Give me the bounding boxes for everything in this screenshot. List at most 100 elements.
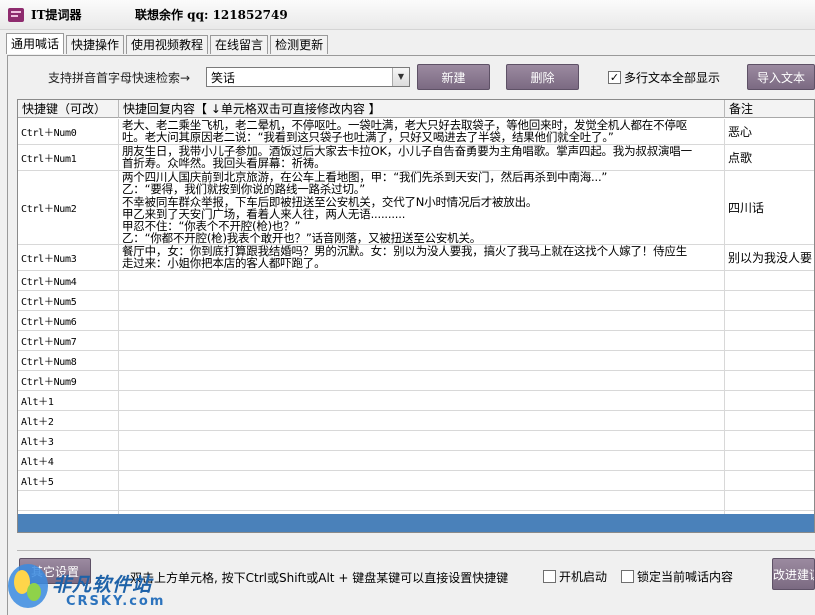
shortcut-cell[interactable]: Alt＋4 [18,451,119,470]
selected-row[interactable] [18,514,814,532]
content-cell[interactable] [119,291,725,310]
import-text-button[interactable]: 导入文本 [747,64,815,90]
content-cell[interactable] [119,431,725,450]
note-cell[interactable]: 别以为我没人要 [725,245,814,270]
shortcut-cell[interactable]: Ctrl＋Num6 [18,311,119,330]
shortcut-cell[interactable]: Alt＋3 [18,431,119,450]
content-cell[interactable] [119,351,725,370]
note-cell[interactable] [725,471,814,490]
shortcut-cell[interactable]: Ctrl＋Num4 [18,271,119,290]
content-cell[interactable] [119,331,725,350]
content-cell[interactable] [119,471,725,490]
content-line: 乙：“你都不开腔(枪)我表个敢开也？”话音刚落，又被扭送至公安机关。 [122,232,482,244]
shortcut-cell[interactable]: Ctrl＋Num8 [18,351,119,370]
shortcut-cell[interactable]: Ctrl＋Num9 [18,371,119,390]
category-combo[interactable]: 笑话 ▼ [206,67,410,87]
shortcut-cell[interactable]: Ctrl＋Num2 [18,171,119,244]
note-cell[interactable]: 点歌 [725,145,814,170]
content-cell[interactable] [119,371,725,390]
chevron-down-icon[interactable]: ▼ [392,68,409,86]
content-cell[interactable] [119,411,725,430]
checkbox-icon[interactable] [543,570,556,583]
watermark-name: 非凡软件站 [52,574,153,596]
table-row[interactable]: Ctrl＋Num0 老大、老二乘坐飞机，老二晕机，不停呕吐。一袋吐满，老大只好去取… [18,119,814,145]
table-row[interactable]: Ctrl＋Num1 朋友生日，我带小儿子参加。酒饭过后大家去卡拉OK，小儿子自告奋… [18,145,814,171]
table-row[interactable]: Ctrl＋Num7 [18,331,814,351]
lock-content-label: 锁定当前喊话内容 [637,570,734,584]
note-cell[interactable] [725,451,814,470]
note-cell[interactable] [725,371,814,390]
shortcut-cell[interactable]: Ctrl＋Num3 [18,245,119,270]
multiline-checkbox[interactable]: ✓ 多行文本全部显示 [608,69,720,86]
tab-general-shout[interactable]: 通用喊话 [6,33,65,54]
column-header-shortcut[interactable]: 快捷键（可改） [18,100,119,118]
lock-content-checkbox[interactable]: 锁定当前喊话内容 [621,568,733,585]
table-row[interactable]: Ctrl＋Num9 [18,371,814,391]
delete-button[interactable]: 删除 [506,64,579,90]
shortcut-cell[interactable]: Ctrl＋Num0 [18,119,119,144]
table-row[interactable]: Alt＋5 [18,471,814,491]
table-row[interactable]: Alt＋4 [18,451,814,471]
note-cell[interactable] [725,331,814,350]
content-line: 吐。老大问其原因老二说：“我看到这只袋子也吐满了，只好又喝进去了半袋，结果他们就… [122,131,614,144]
author-info: 联想余作 qq: 121852749 [135,8,288,22]
column-header-note[interactable]: 备注 [725,100,814,118]
content-cell[interactable]: 老大、老二乘坐飞机，老二晕机，不停呕吐。一袋吐满，老大只好去取袋子，等他回来时，… [119,119,725,144]
suggestion-button[interactable]: 改进建议 [772,558,815,590]
shortcut-table[interactable]: 快捷键（可改） 快捷回复内容【 ↓单元格双击可直接修改内容 】 备注 Ctrl＋… [17,99,815,533]
app-title: IT提词器 [31,8,82,22]
watermark-url: CRSKY.com [66,594,166,609]
content-line: 不幸被同车群众举报，下车后即被扭送至公安机关，交代了N小时情况后才被放出。 [122,195,538,208]
table-row[interactable]: Ctrl＋Num8 [18,351,814,371]
shortcut-cell[interactable]: Alt＋1 [18,391,119,410]
shortcut-cell[interactable]: Ctrl＋Num7 [18,331,119,350]
note-cell[interactable] [725,351,814,370]
note-cell[interactable] [725,431,814,450]
table-row[interactable]: Alt＋2 [18,411,814,431]
app-icon [8,8,24,22]
table-header: 快捷键（可改） 快捷回复内容【 ↓单元格双击可直接修改内容 】 备注 [18,100,814,118]
tab-quick-actions[interactable]: 快捷操作 [66,35,125,54]
empty-cell [18,491,119,510]
note-cell[interactable] [725,391,814,410]
note-cell[interactable]: 恶心 [725,119,814,144]
tab-bar: 通用喊话 快捷操作 使用视频教程 在线留言 检测更新 [6,33,330,55]
content-line: 乙：“要得，我们就按到你说的路线一路杀过切。” [122,183,366,196]
table-row[interactable]: Ctrl＋Num6 [18,311,814,331]
content-cell[interactable] [119,451,725,470]
content-line: 首折寿。众哗然。我回头看屏幕：祈祷。 [122,157,326,170]
content-line: 甲忍不住：“你表个不开腔(枪)也？” [122,220,301,233]
content-cell[interactable] [119,311,725,330]
checkbox-checked-icon[interactable]: ✓ [608,71,621,84]
column-header-content[interactable]: 快捷回复内容【 ↓单元格双击可直接修改内容 】 [119,100,725,118]
checkbox-icon[interactable] [621,570,634,583]
table-row[interactable]: Alt＋1 [18,391,814,411]
category-combo-value[interactable]: 笑话 [211,69,235,86]
table-row[interactable]: Ctrl＋Num2 两个四川人国庆前到北京旅游，在公车上看地图，甲：“我们先杀到天… [18,171,814,245]
note-cell[interactable] [725,271,814,290]
new-button[interactable]: 新建 [417,64,490,90]
content-cell[interactable]: 朋友生日，我带小儿子参加。酒饭过后大家去卡拉OK，小儿子自告奋勇要为主角唱歌。掌… [119,145,725,170]
content-line: 餐厅中，女：你到底打算跟我结婚吗？男的沉默。女：别以为没人要我，搞火了我马上就在… [122,245,687,258]
shortcut-cell[interactable]: Alt＋2 [18,411,119,430]
table-row[interactable]: Ctrl＋Num4 [18,271,814,291]
autostart-checkbox[interactable]: 开机启动 [543,568,607,585]
tab-video-tutorial[interactable]: 使用视频教程 [126,35,209,54]
table-row[interactable]: Alt＋3 [18,431,814,451]
tab-online-message[interactable]: 在线留言 [210,35,269,54]
note-cell[interactable]: 四川话 [725,171,814,244]
note-cell[interactable] [725,411,814,430]
note-cell[interactable] [725,291,814,310]
tab-check-update[interactable]: 检测更新 [270,35,329,54]
shortcut-cell[interactable]: Alt＋5 [18,471,119,490]
shortcut-cell[interactable]: Ctrl＋Num1 [18,145,119,170]
table-row[interactable]: Ctrl＋Num3 餐厅中，女：你到底打算跟我结婚吗？男的沉默。女：别以为没人要我… [18,245,814,271]
note-cell[interactable] [725,311,814,330]
title-bar: IT提词器 联想余作 qq: 121852749 [0,0,815,30]
content-cell[interactable] [119,271,725,290]
content-cell[interactable]: 两个四川人国庆前到北京旅游，在公车上看地图，甲：“我们先杀到天安门，然后再杀到中… [119,171,725,244]
table-row[interactable]: Ctrl＋Num5 [18,291,814,311]
content-cell[interactable] [119,391,725,410]
content-cell[interactable]: 餐厅中，女：你到底打算跟我结婚吗？男的沉默。女：别以为没人要我，搞火了我马上就在… [119,245,725,270]
shortcut-cell[interactable]: Ctrl＋Num5 [18,291,119,310]
